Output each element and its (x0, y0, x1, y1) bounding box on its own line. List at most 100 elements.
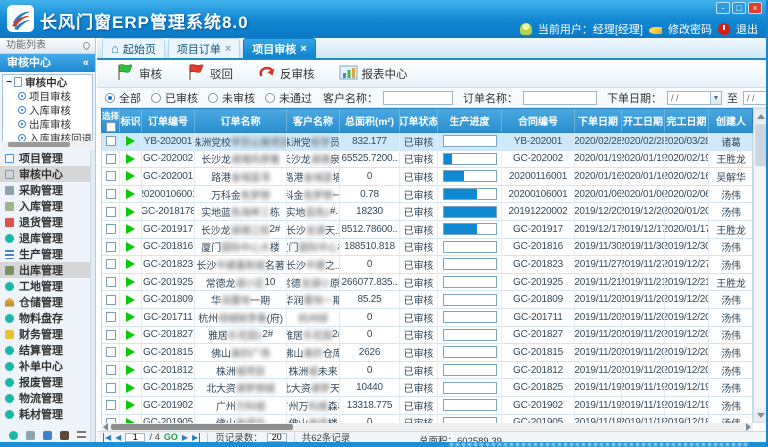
radio-已审核[interactable] (151, 93, 161, 103)
order-name-input[interactable] (523, 91, 597, 105)
sidebar-item-退货管理[interactable]: 退货管理 (0, 214, 90, 230)
scroll-thumb[interactable] (111, 424, 293, 430)
tree-item[interactable]: 出库审核 (3, 117, 92, 131)
sidebar-item-财务管理[interactable]: 财务管理 (0, 326, 90, 342)
table-row[interactable]: GC-2018178实地蓝色海岸三栋实地蓝色2#..18230已审核201912… (102, 203, 752, 221)
unaudit-button[interactable]: 反审核 (247, 62, 325, 86)
table-row[interactable]: GC-201809华润置地一期华润置地一期85.25已审核GC-20180920… (102, 291, 752, 309)
row-checkbox[interactable] (106, 171, 116, 181)
first-page-icon[interactable]: ◀ (103, 433, 111, 442)
last-page-icon[interactable]: ▶ (192, 433, 200, 442)
row-checkbox[interactable] (106, 312, 116, 322)
row-checkbox[interactable] (106, 224, 116, 234)
sidebar-item-审核中心[interactable]: 审核中心 (0, 166, 90, 182)
pin-icon[interactable] (82, 41, 92, 51)
row-checkbox[interactable] (106, 242, 116, 252)
audit-button[interactable]: 审核 (105, 62, 172, 86)
page-number-input[interactable] (125, 433, 145, 442)
sidebar-item-退库管理[interactable]: 退库管理 (0, 230, 90, 246)
table-row[interactable]: GC-201816厦门国际中心大楼厦门国际中心楼188510.818已审核GC-… (102, 239, 752, 257)
radio-未通过[interactable] (265, 93, 275, 103)
sidebar-item-生产管理[interactable]: 生产管理 (0, 246, 90, 262)
sidebar-item-项目管理[interactable]: 项目管理 (0, 150, 90, 166)
row-checkbox[interactable] (106, 383, 116, 393)
table-row[interactable]: GC-201925常德龙湖小区 10常德龙湖小原..266077.835..已审… (102, 274, 752, 292)
select-all-checkbox[interactable] (106, 122, 116, 132)
sidebar-item-出库管理[interactable]: 出库管理 (0, 262, 90, 278)
sidebar-item-工地管理[interactable]: 工地管理 (0, 278, 90, 294)
table-row[interactable]: GC-202001路港金域蓝湾路港金域蓝墙0已审核202001160012020… (102, 168, 752, 186)
table-row[interactable]: GC-202002长沙龙湖湘风原著长沙龙湖湘泉..65525.7200..已审核… (102, 151, 752, 169)
tree-horizontal-scrollbar[interactable] (2, 141, 93, 148)
scroll-up-icon[interactable] (754, 109, 767, 123)
tree-node-audit-center[interactable]: −审核中心 (3, 75, 92, 89)
sidebar-scrollbar[interactable] (90, 150, 95, 446)
maximize-button[interactable]: □ (732, 2, 746, 14)
scroll-down-icon[interactable] (754, 408, 767, 422)
scroll-right-icon[interactable] (746, 423, 751, 431)
logout-link[interactable]: 退出 (736, 21, 758, 37)
table-row[interactable]: GC-201827雅居乐花园12#雅居乐花园2#0已审核GC-201827201… (102, 327, 752, 345)
sidebar-item-入库管理[interactable]: 入库管理 (0, 198, 90, 214)
row-checkbox[interactable] (106, 400, 116, 410)
table-row[interactable]: GC-201905佛山某项目佛山某项楼0已审核GC-2019052019/11/… (102, 415, 752, 424)
table-row[interactable]: GC-201902广州万科城广州万科城森林13318.775已审核GC-2019… (102, 397, 752, 415)
collapse-icon[interactable]: « (83, 54, 89, 72)
tab-home[interactable]: ⌂起始页 (102, 38, 165, 58)
row-checkbox[interactable] (106, 154, 116, 164)
order-date-to-input[interactable]: / / (743, 91, 768, 105)
table-row[interactable]: 20200106001万科金色梦想万科金色梦想一期0.78已审核20200106… (102, 186, 752, 204)
sidebar-item-物料盘存[interactable]: 物料盘存 (0, 310, 90, 326)
prev-page-icon[interactable]: ◀ (115, 433, 121, 442)
radio-全部[interactable] (105, 93, 115, 103)
horizontal-scrollbar[interactable] (101, 423, 753, 431)
row-checkbox[interactable] (106, 136, 116, 146)
close-button[interactable]: × (748, 2, 762, 14)
table-row[interactable]: GC-201711杭州绿城桃李春(府)杭州绿0已审核GC-2017112019/… (102, 309, 752, 327)
tree-item[interactable]: 项目审核 (3, 89, 92, 103)
mini-cart-icon[interactable] (26, 431, 35, 440)
chevron-down-icon[interactable]: ▼ (711, 91, 722, 105)
next-page-icon[interactable]: ▶ (182, 433, 188, 442)
sidebar-item-物流管理[interactable]: 物流管理 (0, 390, 90, 406)
table-row[interactable]: GC-201815佛山美的广场佛山美的仓库2626已审核GC-201815201… (102, 344, 752, 362)
tab-project-orders[interactable]: 项目订单× (168, 38, 240, 58)
tree-item[interactable]: 入库审核 (3, 103, 92, 117)
order-date-input[interactable]: / / (667, 91, 711, 105)
minimize-button[interactable]: - (716, 2, 730, 14)
vertical-scrollbar[interactable] (753, 108, 768, 423)
sidebar-item-仓储管理[interactable]: 仓储管理 (0, 294, 90, 310)
row-checkbox[interactable] (106, 259, 116, 269)
sidebar-item-补单中心[interactable]: 补单中心 (0, 358, 90, 374)
row-checkbox[interactable] (106, 365, 116, 375)
table-row[interactable]: GC-201917长沙龙湖湘江悦2#长沙龙湖天..8512.78600..已审核… (102, 221, 752, 239)
row-checkbox[interactable] (106, 330, 116, 340)
sidebar-item-采购管理[interactable]: 采购管理 (0, 182, 90, 198)
sidebar-panel-title[interactable]: 审核中心 « (0, 54, 95, 72)
sidebar-item-耗材管理[interactable]: 耗材管理 (0, 406, 90, 422)
customer-name-input[interactable] (383, 91, 453, 105)
scroll-left-icon[interactable] (103, 423, 108, 431)
scroll-thumb[interactable] (755, 124, 767, 166)
sidebar-item-结算管理[interactable]: 结算管理 (0, 342, 90, 358)
row-checkbox[interactable] (106, 347, 116, 357)
table-row[interactable]: YB-202001株洲党校学员公寓项目株洲党校学员..832.177已审核YB-… (102, 133, 752, 151)
mini-flag-icon[interactable] (43, 431, 52, 440)
close-tab-icon[interactable]: × (225, 43, 231, 55)
go-button[interactable]: GO (164, 432, 178, 442)
mini-dot-icon[interactable] (9, 431, 18, 440)
mini-more-icon[interactable] (77, 431, 86, 440)
row-checkbox[interactable] (106, 295, 116, 305)
sidebar-item-报废管理[interactable]: 报废管理 (0, 374, 90, 390)
row-checkbox[interactable] (106, 189, 116, 199)
mini-key-icon[interactable] (60, 431, 69, 440)
table-row[interactable]: GC-201825北大资源梦想城北大资源梦天..10440已审核GC-20182… (102, 379, 752, 397)
tab-project-audit[interactable]: 项目审核× (243, 38, 315, 58)
table-row[interactable]: GC-201812株洲城项目株洲城未来0已审核GC-2018122019/11/… (102, 362, 752, 380)
page-size-input[interactable] (267, 433, 287, 442)
change-password-link[interactable]: 修改密码 (668, 21, 712, 37)
row-checkbox[interactable] (106, 207, 116, 217)
row-checkbox[interactable] (106, 277, 116, 287)
radio-未审核[interactable] (208, 93, 218, 103)
report-center-button[interactable]: 报表中心 (329, 62, 418, 86)
